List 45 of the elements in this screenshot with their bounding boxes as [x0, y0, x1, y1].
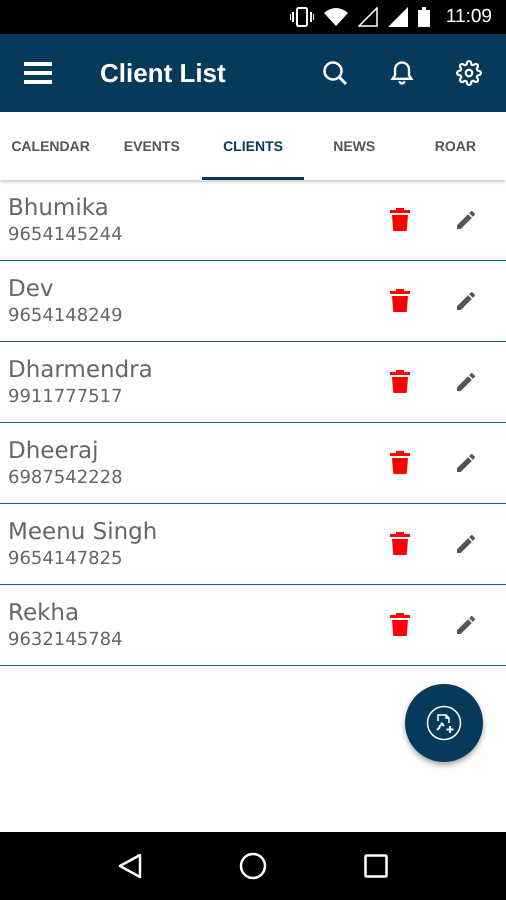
- battery-icon: [418, 7, 430, 27]
- pencil-icon[interactable]: [454, 451, 478, 475]
- client-name: Dev: [8, 276, 54, 302]
- client-name: Rekha: [8, 600, 80, 626]
- status-time: 11:09: [446, 6, 492, 28]
- pencil-icon[interactable]: [454, 370, 478, 394]
- recents-icon[interactable]: [364, 854, 388, 878]
- bell-icon[interactable]: [388, 59, 416, 87]
- tab[interactable]: CALENDAR: [0, 112, 102, 180]
- client-phone: 9654148249: [8, 305, 124, 326]
- client-phone: 6987542228: [8, 467, 124, 488]
- client-phone: 9654145244: [8, 224, 124, 245]
- tab[interactable]: CLIENTS: [202, 112, 304, 180]
- client-phone: 9911777517: [8, 386, 124, 407]
- add-client-button[interactable]: [405, 684, 483, 762]
- menu-icon[interactable]: [24, 62, 52, 84]
- delete-icon[interactable]: [390, 532, 410, 556]
- client-name: Dheeraj: [8, 438, 100, 464]
- settings-icon[interactable]: [456, 60, 482, 86]
- back-icon[interactable]: [118, 853, 142, 879]
- tab[interactable]: ROAR: [404, 112, 506, 180]
- pencil-icon[interactable]: [454, 613, 478, 637]
- client-phone: 9632145784: [8, 629, 124, 650]
- tab[interactable]: NEWS: [304, 112, 405, 180]
- vibrate-icon: [290, 7, 314, 27]
- delete-icon[interactable]: [390, 289, 410, 313]
- pencil-icon[interactable]: [454, 532, 478, 556]
- search-icon[interactable]: [322, 60, 348, 86]
- delete-icon[interactable]: [390, 370, 410, 394]
- delete-icon[interactable]: [390, 208, 410, 232]
- client-name: Bhumika: [8, 195, 110, 221]
- delete-icon[interactable]: [390, 451, 410, 475]
- pencil-icon[interactable]: [454, 208, 478, 232]
- pencil-icon[interactable]: [454, 289, 478, 313]
- signal-icon: [388, 7, 408, 27]
- signal-icon: [358, 7, 378, 27]
- tab[interactable]: EVENTS: [101, 112, 202, 180]
- app-title: Client List: [100, 58, 227, 88]
- wifi-icon: [324, 7, 348, 27]
- client-name: Meenu Singh: [8, 519, 158, 545]
- add-document-icon: [426, 705, 462, 741]
- client-name: Dharmendra: [8, 357, 154, 383]
- delete-icon[interactable]: [390, 613, 410, 637]
- client-phone: 9654147825: [8, 548, 124, 569]
- home-icon[interactable]: [238, 852, 267, 880]
